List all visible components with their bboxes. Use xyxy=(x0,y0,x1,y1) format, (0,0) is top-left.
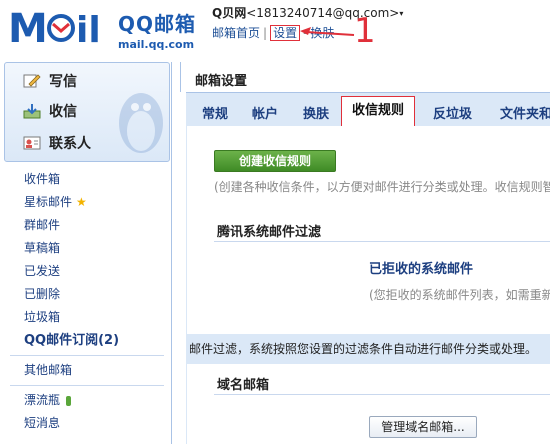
settings-tabs: 常规 帐户 换肤 收信规则 反垃圾 文件夹和 xyxy=(186,92,550,128)
folder-drift-bottle[interactable]: 漂流瓶 xyxy=(4,389,170,412)
tab-folders[interactable]: 文件夹和 xyxy=(500,103,550,122)
folder-list: 收件箱 星标邮件 ★ 群邮件 草稿箱 已发送 已删除 垃圾箱 QQ邮件订阅(2) … xyxy=(4,168,170,435)
sidebar: 写信 收信 联系人 收件箱 星标邮件 ★ 群邮件 草稿箱 已发送 已删除 垃圾箱… xyxy=(0,62,172,444)
tab-mail-rules[interactable]: 收信规则 xyxy=(341,96,416,128)
logo-url: mail.qq.com xyxy=(118,38,195,51)
tab-antispam[interactable]: 反垃圾 xyxy=(433,103,472,122)
main-panel: 邮箱设置 常规 帐户 换肤 收信规则 反垃圾 文件夹和 创建收信规则 (创建各种… xyxy=(180,62,550,444)
folder-group[interactable]: 群邮件 xyxy=(4,214,170,237)
header: M il QQ邮箱 mail.qq.com Q贝网<1813240714@qq.… xyxy=(0,0,550,62)
page-title: 邮箱设置 xyxy=(195,74,248,89)
main-title-bar: 邮箱设置 xyxy=(180,62,550,92)
filter-info-bar: 邮件过滤，系统按照您设置的过滤条件自动进行邮件分类或处理。 xyxy=(187,334,550,364)
tencent-filter-heading: 腾讯系统邮件过滤 xyxy=(217,225,322,240)
divider xyxy=(214,241,550,242)
contact-card-icon xyxy=(23,136,41,150)
rules-content: 创建收信规则 (创建各种收信条件，以方便对邮件进行分类或处理。收信规则智 腾讯系… xyxy=(186,126,550,444)
folder-inbox[interactable]: 收件箱 xyxy=(4,168,170,191)
folder-sms[interactable]: 短消息 xyxy=(4,412,170,435)
account-email: <1813240714@qq.com> xyxy=(246,6,400,20)
star-icon: ★ xyxy=(76,195,87,209)
divider xyxy=(10,355,164,356)
folder-drift-bottle-label: 漂流瓶 xyxy=(24,393,61,407)
logo-cn: QQ邮箱 xyxy=(118,12,197,36)
link-separator: | xyxy=(263,26,268,40)
folder-other-mailbox[interactable]: 其他邮箱 xyxy=(4,359,170,382)
tab-skin[interactable]: 换肤 xyxy=(303,103,329,122)
chevron-down-icon[interactable]: ▾ xyxy=(399,9,403,18)
qqmail-logo[interactable]: M il xyxy=(8,4,112,48)
inbox-download-icon xyxy=(23,104,41,119)
contacts-button[interactable]: 联系人 xyxy=(23,133,91,153)
receive-label: 收信 xyxy=(49,104,77,120)
annotation-arrow-1 xyxy=(300,27,355,36)
divider xyxy=(10,385,164,386)
divider xyxy=(214,394,550,395)
rejected-system-mail-description: (您拒收的系统邮件列表，如需重新 xyxy=(369,288,550,302)
create-rule-description: (创建各种收信条件，以方便对邮件进行分类或处理。收信规则智 xyxy=(214,180,550,194)
tab-general[interactable]: 常规 xyxy=(202,103,228,122)
folder-deleted[interactable]: 已删除 xyxy=(4,283,170,306)
svg-text:il: il xyxy=(76,10,101,48)
pencil-icon xyxy=(23,74,41,88)
tab-account[interactable]: 帐户 xyxy=(252,103,278,122)
folder-starred-label: 星标邮件 xyxy=(24,195,73,209)
qq-penguin-icon xyxy=(119,93,163,153)
svg-text:M: M xyxy=(8,6,48,48)
folder-drafts[interactable]: 草稿箱 xyxy=(4,237,170,260)
folder-spam[interactable]: 垃圾箱 xyxy=(4,306,170,329)
settings-link[interactable]: 设置 xyxy=(270,25,301,41)
domain-mail-heading: 域名邮箱 xyxy=(217,378,270,393)
compose-button[interactable]: 写信 xyxy=(23,71,77,91)
contacts-label: 联系人 xyxy=(49,136,91,152)
annotation-number-1: 1 xyxy=(354,11,376,51)
rejected-system-mail-link[interactable]: 已拒收的系统邮件 xyxy=(369,258,473,277)
compose-label: 写信 xyxy=(49,74,77,90)
bottle-icon xyxy=(66,395,72,406)
quick-actions-panel: 写信 收信 联系人 xyxy=(4,62,170,162)
folder-sent[interactable]: 已发送 xyxy=(4,260,170,283)
folder-starred[interactable]: 星标邮件 ★ xyxy=(4,191,170,214)
logo-text: QQ邮箱 mail.qq.com xyxy=(118,8,196,51)
folder-qq-subscribe[interactable]: QQ邮件订阅(2) xyxy=(4,329,170,352)
receive-button[interactable]: 收信 xyxy=(23,101,77,121)
mailbox-home-link[interactable]: 邮箱首页 xyxy=(212,26,260,40)
account-name: Q贝网 xyxy=(212,6,247,20)
manage-domain-button[interactable]: 管理域名邮箱... xyxy=(369,416,477,438)
create-rule-button[interactable]: 创建收信规则 xyxy=(214,150,336,172)
